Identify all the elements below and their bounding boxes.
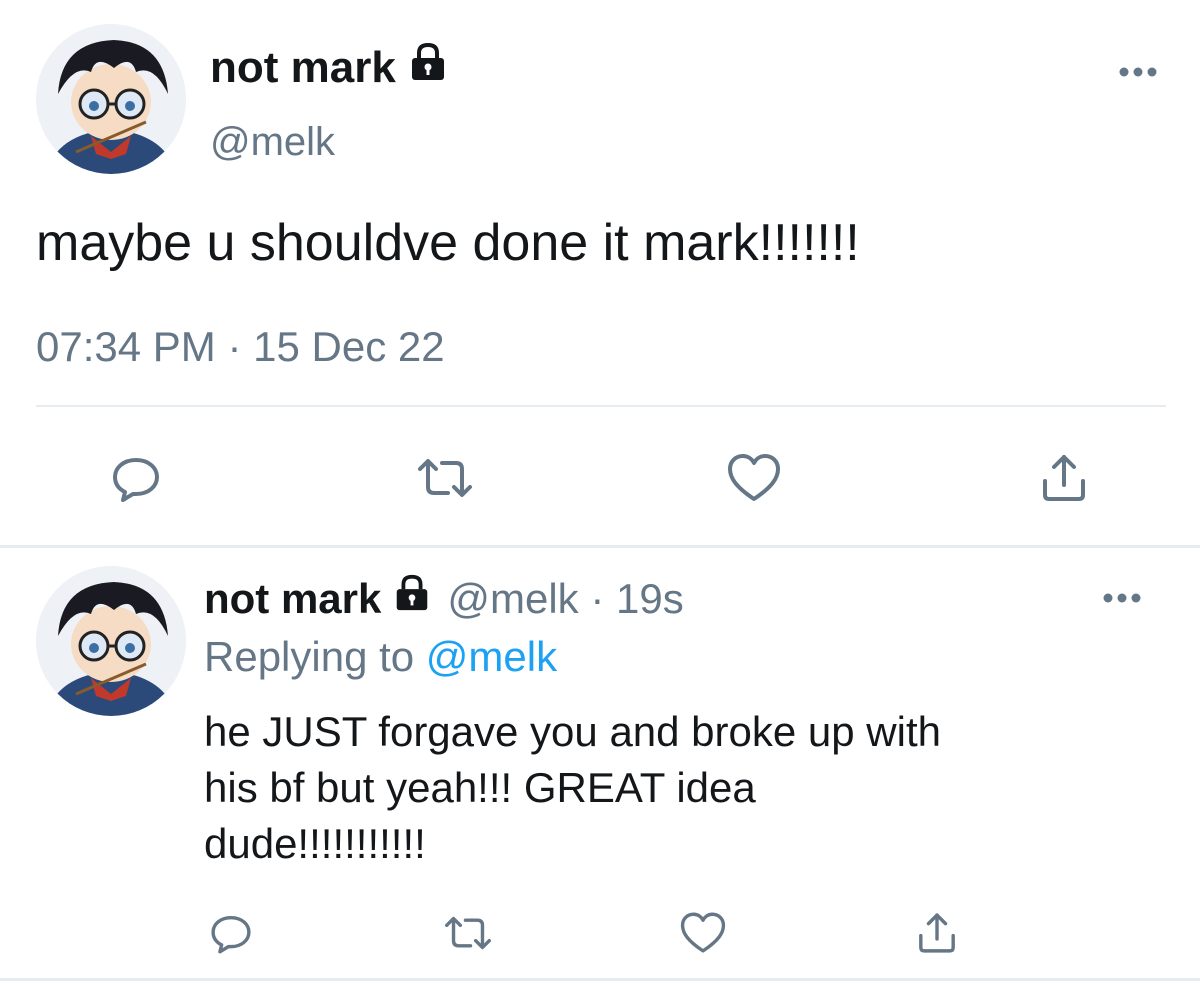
tweet-text: maybe u shouldve done it mark!!!!!!!	[36, 214, 860, 272]
meta-separator: ·	[227, 323, 242, 370]
display-name[interactable]: not mark	[204, 574, 381, 624]
heart-icon	[728, 454, 780, 501]
avatar[interactable]	[36, 24, 186, 174]
divider	[0, 978, 1200, 981]
tweet-timestamp[interactable]: 07:34 PM · 15 Dec 22	[36, 322, 445, 372]
mention-link[interactable]: @melk	[426, 633, 557, 680]
heart-icon	[680, 912, 726, 953]
tweet-date: 15 Dec 22	[253, 323, 445, 370]
retweet-button[interactable]	[436, 906, 500, 960]
tweet-time: 07:34 PM	[36, 323, 216, 370]
share-icon	[1043, 455, 1085, 501]
share-icon	[919, 913, 955, 953]
share-button[interactable]	[910, 906, 964, 960]
replying-to: Replying to @melk	[204, 632, 557, 682]
reply-header: not mark @melk · 19s	[204, 572, 684, 625]
display-name[interactable]: not mark	[210, 40, 450, 96]
lock-icon	[391, 572, 433, 625]
like-button[interactable]	[724, 448, 784, 508]
share-button[interactable]	[1034, 448, 1094, 508]
divider	[36, 405, 1166, 407]
retweet-button[interactable]	[410, 448, 480, 508]
reply-button[interactable]	[204, 906, 258, 960]
divider	[0, 545, 1200, 548]
retweet-icon	[445, 916, 491, 950]
lock-icon	[406, 40, 450, 96]
reply-icon	[113, 458, 159, 502]
handle-and-time[interactable]: @melk · 19s	[447, 574, 683, 624]
like-button[interactable]	[676, 906, 730, 960]
tweet-text: he JUST forgave you and broke up with hi…	[204, 708, 941, 867]
reply-icon	[211, 915, 251, 954]
reply-button[interactable]	[106, 448, 166, 508]
avatar[interactable]	[36, 566, 186, 716]
retweet-icon	[418, 459, 472, 497]
user-handle[interactable]: @melk	[210, 118, 335, 166]
display-name-text: not mark	[210, 43, 396, 92]
more-icon[interactable]	[1100, 588, 1144, 608]
replying-prefix: Replying to	[204, 633, 415, 680]
more-icon[interactable]	[1116, 62, 1160, 82]
